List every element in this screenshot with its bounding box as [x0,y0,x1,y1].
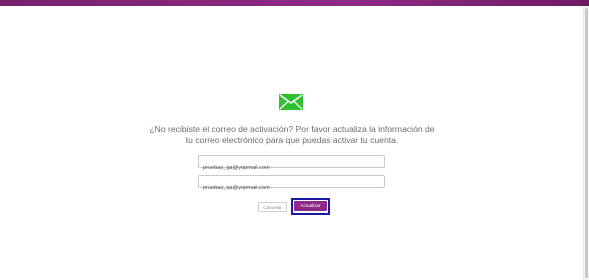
envelope-icon [279,94,303,110]
activation-message: ¿No recibiste el correo de activación? P… [140,124,444,145]
top-header-bar [0,0,589,6]
email-confirm-input[interactable] [199,182,384,194]
cancel-button[interactable]: Cancelar [258,202,287,212]
email-input[interactable] [199,162,384,174]
update-button[interactable]: Actualizar [294,201,327,211]
scrollbar-thumb[interactable] [585,8,588,278]
email-field[interactable] [198,155,385,174]
vertical-scrollbar[interactable] [583,6,589,280]
message-line-2: tu correo electrónico para que puedas ac… [185,134,399,145]
message-line-1: ¿No recibiste el correo de activación? P… [149,124,435,134]
email-confirm-field[interactable] [198,175,385,194]
